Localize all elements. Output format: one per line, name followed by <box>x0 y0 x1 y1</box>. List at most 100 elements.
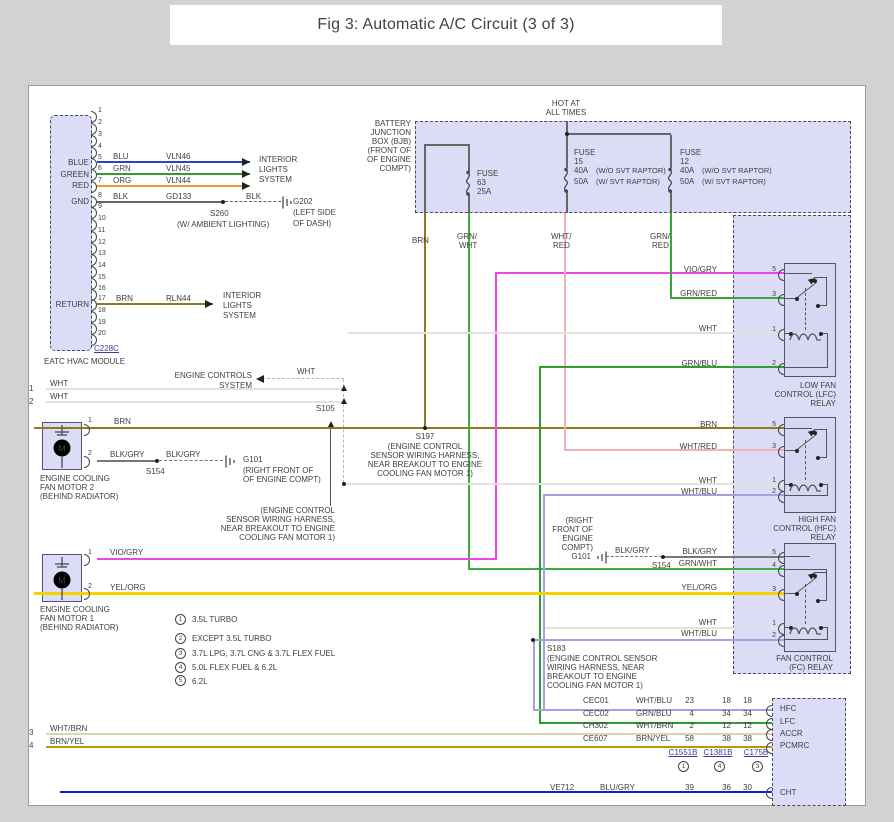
text-label: WHT/BRN <box>50 724 87 733</box>
text-label: FUSE <box>477 169 498 178</box>
text-label: FRONT OF <box>552 525 593 534</box>
text-label: BRN <box>700 420 717 429</box>
hvac-pin-number: 10 <box>98 215 106 223</box>
text-label: VIO/GRY <box>684 265 717 274</box>
wire <box>97 201 223 203</box>
wire <box>606 556 662 557</box>
pin-arc <box>766 742 772 754</box>
text-label: 3 <box>772 291 776 299</box>
text-label: 4 <box>29 741 33 750</box>
wire <box>468 213 470 570</box>
hvac-pin-number: 19 <box>98 319 106 327</box>
figure-title-box: Fig 3: Automatic A/C Circuit (3 of 3) <box>170 5 722 45</box>
text-label: 5 <box>772 549 776 557</box>
text-label: VE712 <box>550 783 574 792</box>
text-label: 25A <box>477 187 491 196</box>
splice-dot <box>795 449 799 453</box>
text-label: G101 <box>243 455 263 464</box>
ground-icon <box>595 550 608 570</box>
hvac-pin-number: 8 <box>98 192 102 200</box>
pin-arc <box>778 363 784 375</box>
text-label: WHT/BLU <box>636 696 672 705</box>
wire <box>468 145 470 172</box>
text-label: BLK <box>113 192 128 201</box>
splice-dot <box>423 426 427 430</box>
text-label: RED <box>72 181 89 190</box>
hvac-pin-number: 13 <box>98 250 106 258</box>
text-label: WHT/BLU <box>681 487 717 496</box>
text-label: SENSOR WIRING HARNESS, <box>226 515 335 524</box>
hvac-pin-number: 12 <box>98 239 106 247</box>
text-label: WHT <box>50 392 68 401</box>
hvac-pin-number: 7 <box>98 177 102 185</box>
text-label: WHT <box>50 379 68 388</box>
pin-arc <box>778 269 784 281</box>
text-label: 12 <box>743 721 752 730</box>
hvac-pin-number: 17 <box>98 295 106 303</box>
text-label: ENGINE <box>562 534 593 543</box>
text-label: BOX (BJB) <box>372 137 411 146</box>
text-label: WHT <box>459 241 477 250</box>
fan-motor-icon: M <box>42 554 82 607</box>
text-label: (ENGINE CONTROL SENSOR <box>547 654 657 663</box>
relay-coil-icon <box>789 329 822 347</box>
pin-arc <box>766 787 772 799</box>
wire <box>784 273 812 274</box>
text-label: BRN <box>412 236 429 245</box>
pin-arc <box>778 565 784 577</box>
text-label: 34 <box>722 709 731 718</box>
splice-dot <box>565 132 569 136</box>
text-label: 5.0L FLEX FUEL & 6.2L <box>192 663 277 672</box>
text-label: 30 <box>743 783 752 792</box>
hvac-pin-number: 1 <box>98 107 102 115</box>
hvac-pin-number: 11 <box>98 227 105 235</box>
hvac-pin-number: 14 <box>98 262 106 270</box>
text-label: 12 <box>722 721 731 730</box>
pin-arc <box>766 705 772 717</box>
connector-ref-c1381b: C1381B <box>704 748 733 757</box>
text-label: RED <box>652 241 669 250</box>
pin-arc <box>778 552 784 564</box>
text-label: SYSTEM <box>219 381 252 390</box>
wire <box>670 135 672 168</box>
wire <box>670 213 672 299</box>
fan-motor-icon: M <box>42 422 82 475</box>
text-label: (BEHIND RADIATOR) <box>40 623 118 632</box>
text-label: PCMRC <box>780 741 809 750</box>
pin-arc <box>778 623 784 635</box>
text-label: GREEN <box>61 170 89 179</box>
wire <box>343 379 344 483</box>
text-label: 1 <box>772 477 776 485</box>
text-label: 5 <box>772 266 776 274</box>
note-ref-circle: 3 <box>752 761 763 772</box>
text-label: WHT/RED <box>680 442 717 451</box>
note-ref-circle: 1 <box>175 614 186 625</box>
text-label: HOT AT <box>552 99 580 108</box>
wire <box>784 556 810 557</box>
wire <box>784 569 827 570</box>
text-label: COMPT) <box>561 543 593 552</box>
text-label: (W/O SVT RAPTOR) <box>596 167 666 176</box>
text-label: 1 <box>88 417 92 425</box>
text-label: (FC) RELAY <box>789 663 833 672</box>
text-label: CONTROL (HFC) <box>773 524 836 533</box>
text-label: SYSTEM <box>259 175 292 184</box>
wire <box>468 568 784 570</box>
pin-arc <box>778 491 784 503</box>
hvac-pin-number: 16 <box>98 285 106 293</box>
text-label: 12 <box>680 157 689 166</box>
note-ref-circle: 1 <box>678 761 689 772</box>
text-label: (W/ SVT RAPTOR) <box>702 178 766 187</box>
arrow-icon <box>341 398 347 404</box>
wire <box>784 367 828 368</box>
text-label: CH302 <box>583 721 608 730</box>
relay-coil-icon <box>789 623 822 641</box>
text-label: RETURN <box>56 300 89 309</box>
hvac-pin-number: 20 <box>98 330 106 338</box>
text-label: SENSOR WIRING HARNESS, <box>371 451 480 460</box>
text-label: FAN MOTOR 1 <box>40 614 94 623</box>
text-label: 2 <box>772 632 776 640</box>
splice-dot <box>342 482 346 486</box>
bjb-label: BATTERY <box>375 119 411 128</box>
text-label: BLK <box>246 192 261 201</box>
